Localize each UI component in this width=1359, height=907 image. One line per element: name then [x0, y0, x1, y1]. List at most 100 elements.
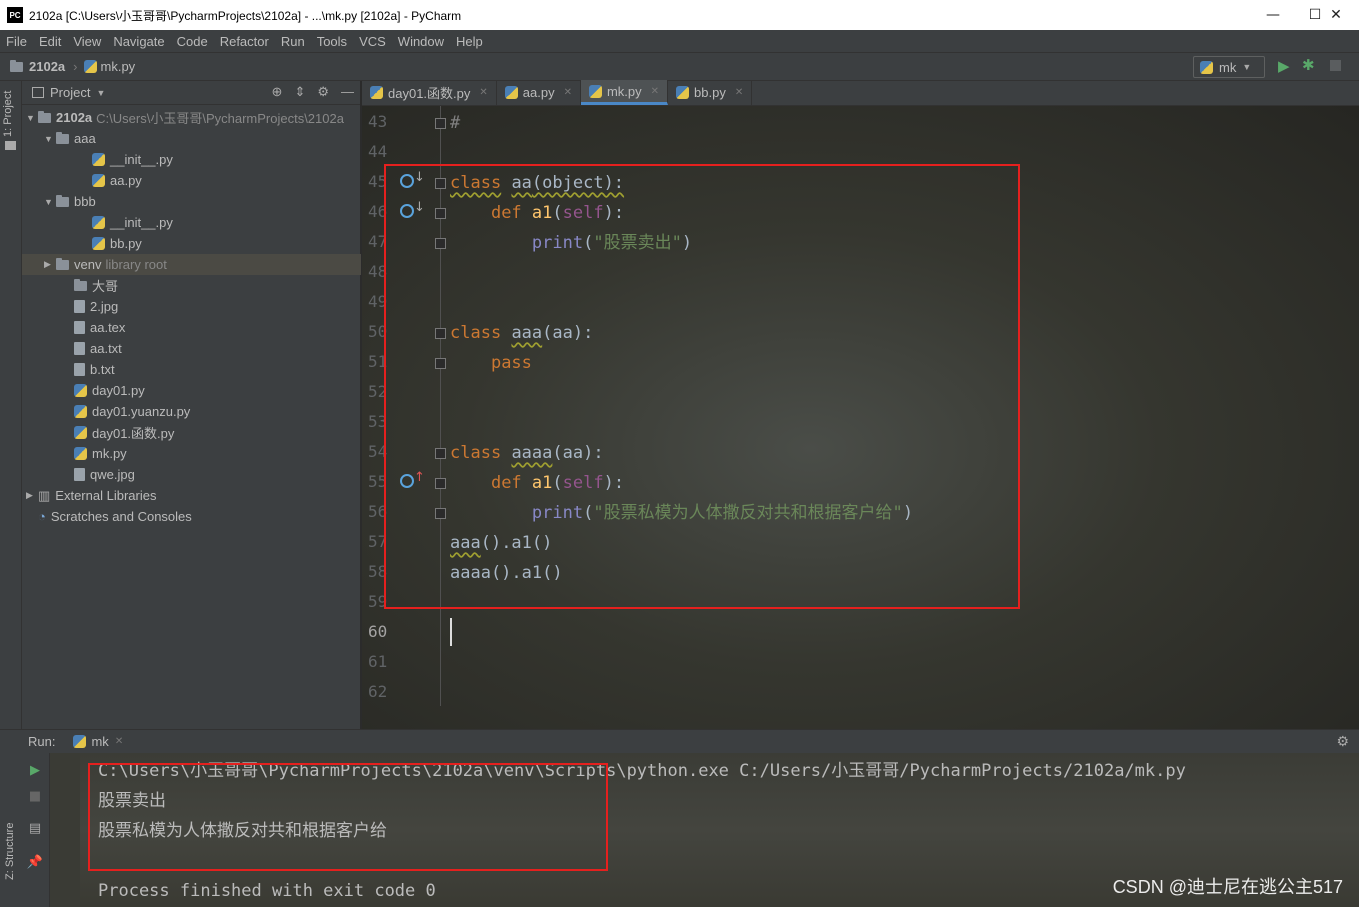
python-file-icon	[370, 86, 383, 99]
menu-refactor[interactable]: Refactor	[214, 34, 275, 49]
stop-icon[interactable]: ■	[26, 787, 44, 805]
menu-tools[interactable]: Tools	[311, 34, 353, 49]
python-file-icon	[74, 384, 87, 397]
menu-view[interactable]: View	[67, 34, 107, 49]
chevron-right-icon[interactable]: ▶	[26, 490, 38, 501]
tree-item-label: day01.yuanzu.py	[92, 404, 191, 419]
menu-vcs[interactable]: VCS	[353, 34, 392, 49]
folder-icon	[10, 59, 23, 72]
chevron-down-icon[interactable]: ▼	[44, 134, 56, 144]
tree-item-label: venv	[74, 257, 102, 272]
chevron-down-icon[interactable]: ▼	[26, 113, 38, 123]
project-view-icon	[32, 87, 44, 98]
folder-icon	[56, 131, 69, 144]
menu-edit[interactable]: Edit	[33, 34, 67, 49]
tree-item[interactable]: ▶ ▥ External Libraries	[22, 485, 361, 506]
chevron-right-icon[interactable]: ▶	[44, 259, 56, 270]
tab-day01-hanshu[interactable]: day01.函数.py ✕	[362, 80, 497, 105]
breadcrumb-project[interactable]: 2102a	[29, 59, 65, 74]
run-config-label: mk	[1219, 59, 1237, 75]
menu-file[interactable]: File	[0, 34, 33, 49]
close-tab-icon[interactable]: ✕	[735, 87, 743, 98]
code-editor[interactable]: 43 44 45 46 47 48 49 50 51 52 53 54 55 56 57 58 59 60 61 62…	[362, 106, 1359, 729]
tree-item[interactable]: mk.py	[22, 443, 361, 464]
menu-code[interactable]: Code	[171, 34, 214, 49]
run-icon[interactable]: ▶	[1278, 57, 1290, 75]
highlight-box-code	[384, 164, 1020, 609]
tree-item[interactable]: ◔ Scratches and Consoles	[22, 506, 361, 527]
file-icon	[74, 342, 85, 355]
fold-icon[interactable]	[435, 118, 446, 129]
collapse-all-icon[interactable]: ⇕	[294, 84, 305, 100]
tab-label: aa.py	[522, 85, 555, 100]
line-number: 62	[368, 682, 388, 701]
close-tab-icon[interactable]: ✕	[651, 86, 659, 97]
tree-item[interactable]: day01.yuanzu.py	[22, 401, 361, 422]
tree-item[interactable]: __init__.py	[22, 149, 361, 170]
tree-item[interactable]: bb.py	[22, 233, 361, 254]
text-caret	[450, 618, 452, 646]
tree-item[interactable]: __init__.py	[22, 212, 361, 233]
tree-item[interactable]: ▼ bbb	[22, 191, 361, 212]
file-icon	[74, 363, 85, 376]
window-title: 2102a [C:\Users\小玉哥哥\PycharmProjects\210…	[29, 8, 462, 23]
tab-bb[interactable]: bb.py ✕	[668, 80, 753, 105]
close-tab-icon[interactable]: ✕	[564, 87, 572, 98]
locate-icon[interactable]: ⊕	[272, 84, 283, 100]
tree-item-label: bb.py	[110, 236, 142, 251]
run-tab-mk[interactable]: mk	[91, 734, 108, 749]
structure-tool-tab[interactable]: Z: Structure	[4, 823, 16, 880]
minimize-button[interactable]: —	[1250, 0, 1296, 30]
tree-item[interactable]: aa.py	[22, 170, 361, 191]
tree-item[interactable]: ▶ venv library root	[22, 254, 361, 275]
tree-item[interactable]: b.txt	[22, 359, 361, 380]
rerun-icon[interactable]: ▶	[26, 761, 44, 779]
project-panel-title[interactable]: Project	[50, 85, 90, 100]
tree-item[interactable]: day01.py	[22, 380, 361, 401]
menu-navigate[interactable]: Navigate	[107, 34, 170, 49]
close-tab-icon[interactable]: ✕	[115, 736, 123, 747]
tab-mk[interactable]: mk.py ✕	[580, 80, 669, 105]
python-file-icon	[73, 735, 87, 748]
tree-item[interactable]: qwe.jpg	[22, 464, 361, 485]
python-file-icon	[92, 237, 105, 250]
run-panel-label: Run:	[28, 734, 56, 749]
left-tool-strip: 1: Project	[0, 81, 22, 729]
menu-window[interactable]: Window	[392, 34, 450, 49]
tree-item[interactable]: day01.函数.py	[22, 422, 361, 443]
chevron-down-icon[interactable]: ▼	[44, 197, 56, 207]
hide-panel-icon[interactable]: —	[341, 84, 354, 100]
file-icon	[74, 300, 85, 313]
project-tool-tab[interactable]: 1: Project	[2, 91, 14, 137]
chevron-down-icon[interactable]: ▼	[96, 88, 105, 98]
menu-run[interactable]: Run	[275, 34, 311, 49]
stop-icon[interactable]	[1330, 60, 1341, 71]
tree-item[interactable]: aa.tex	[22, 317, 361, 338]
tree-item[interactable]: ▼ aaa	[22, 128, 361, 149]
python-file-icon	[74, 426, 87, 439]
tree-item[interactable]: 2.jpg	[22, 296, 361, 317]
tree-item[interactable]: ▼ 2102a C:\Users\小玉哥哥\PycharmProjects\2102…	[22, 107, 361, 128]
debug-icon[interactable]: ✱	[1302, 56, 1315, 74]
close-tab-icon[interactable]: ✕	[479, 87, 487, 98]
editor-tabs: day01.函数.py ✕ aa.py ✕ mk.py ✕ bb.py ✕	[362, 80, 1359, 106]
close-window-button[interactable]: ✕	[1313, 0, 1359, 30]
breadcrumb-file[interactable]: mk.py	[101, 59, 136, 74]
tab-aa[interactable]: aa.py ✕	[497, 80, 581, 105]
gear-icon[interactable]: ⚙	[317, 84, 329, 100]
run-config-select[interactable]: mk ▼	[1193, 56, 1265, 78]
python-file-icon	[92, 216, 105, 229]
pin-icon[interactable]: 📌	[26, 853, 44, 871]
tree-item-label: qwe.jpg	[90, 467, 135, 482]
tree-item-label: Scratches and Consoles	[50, 509, 192, 524]
layout-icon[interactable]: ▤	[26, 819, 44, 837]
line-number: 43	[368, 112, 388, 131]
tree-item-label: External Libraries	[55, 488, 157, 503]
menu-help[interactable]: Help	[450, 34, 489, 49]
tree-item-label: day01.函数.py	[92, 426, 175, 441]
python-file-icon	[588, 84, 602, 98]
gear-icon[interactable]: ⚙	[1336, 733, 1349, 750]
tree-item[interactable]: aa.txt	[22, 338, 361, 359]
tree-item[interactable]: 大哥	[22, 275, 361, 296]
tree-item-label: bbb	[74, 194, 96, 209]
